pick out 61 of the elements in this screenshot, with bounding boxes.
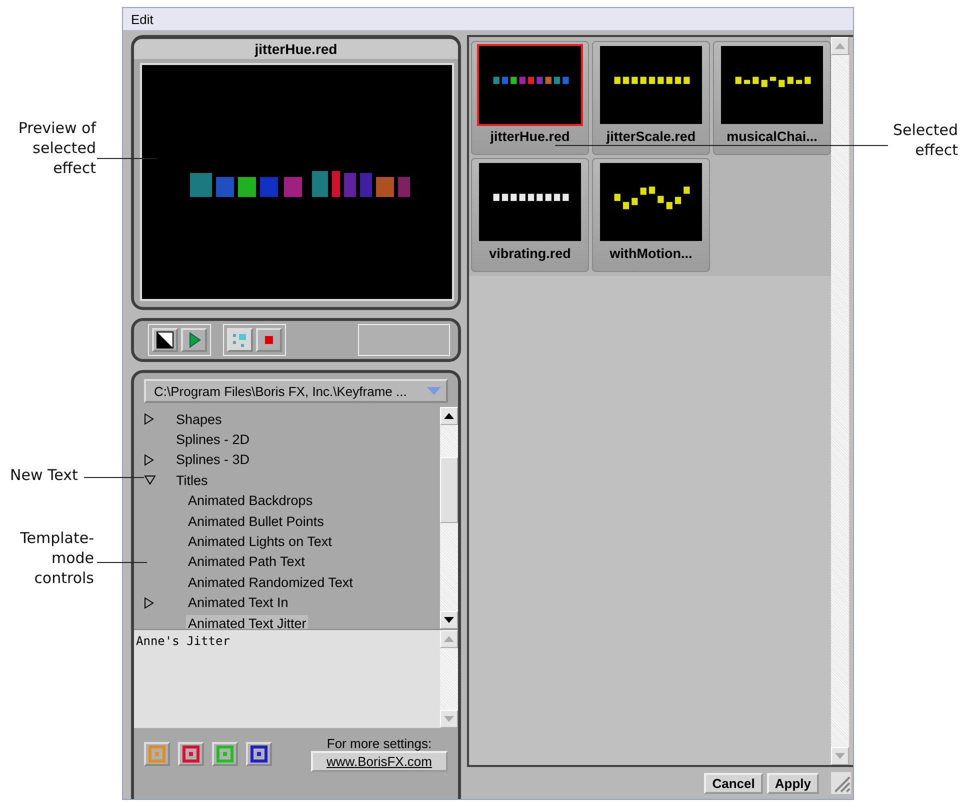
square-icon xyxy=(148,745,166,763)
callout-label: Selected effect xyxy=(892,120,958,160)
menu-item[interactable]: Edit xyxy=(131,12,154,26)
tree-item[interactable]: Animated Text Jitter xyxy=(186,614,308,629)
square-icon xyxy=(182,745,200,763)
effect-name: jitterHue.red xyxy=(490,129,570,144)
grid-icon xyxy=(231,331,249,349)
leader-line xyxy=(97,158,157,159)
dropdown-arrow-icon xyxy=(426,386,442,396)
effect-tile[interactable]: withMotion... xyxy=(592,158,710,272)
effect-name: vibrating.red xyxy=(489,246,571,261)
time-field[interactable] xyxy=(358,324,450,356)
callout-label: New Text xyxy=(10,465,79,485)
stop-button[interactable] xyxy=(256,328,282,352)
more-settings-label: For more settings: xyxy=(326,736,432,751)
tree-item[interactable]: Animated Backdrops xyxy=(186,492,315,510)
effect-name: withMotion... xyxy=(610,246,692,261)
effect-tile[interactable]: jitterHue.red xyxy=(471,41,589,155)
text-field[interactable]: Anne's Jitter xyxy=(134,630,440,728)
leader-line xyxy=(97,562,147,563)
color-square-button[interactable] xyxy=(246,742,272,766)
effect-tile[interactable]: vibrating.red xyxy=(471,158,589,272)
expand-icon[interactable] xyxy=(144,454,154,466)
callout-label: Preview of selected effect xyxy=(17,118,96,178)
color-square-button[interactable] xyxy=(178,742,204,766)
dialog-button[interactable]: Cancel xyxy=(704,772,763,794)
effect-name: jitterScale.red xyxy=(606,129,696,144)
leader-line xyxy=(84,477,144,478)
tree-item[interactable]: Splines - 2D xyxy=(174,431,252,448)
tree-item[interactable]: Titles xyxy=(174,472,210,489)
half-square-icon xyxy=(156,331,174,349)
website-link-button[interactable]: www.BorisFX.com xyxy=(310,751,448,772)
callout-label: Template-mode controls xyxy=(19,528,94,588)
effect-name: musicalChai... xyxy=(726,129,818,144)
effect-tile[interactable]: musicalChai... xyxy=(713,41,831,155)
preview-title: jitterHue.red xyxy=(134,39,458,59)
tree-item[interactable]: Animated Text In xyxy=(186,594,290,612)
tree-item[interactable]: Shapes xyxy=(174,410,224,428)
expand-icon[interactable] xyxy=(144,413,154,426)
scrollbar[interactable] xyxy=(440,407,458,629)
color-square-button[interactable] xyxy=(144,742,170,766)
stop-icon xyxy=(265,336,273,344)
tree-item[interactable]: Animated Lights on Text xyxy=(186,533,334,550)
grid-button[interactable] xyxy=(227,328,253,352)
expand-icon[interactable] xyxy=(144,596,154,609)
tree-item[interactable]: Animated Randomized Text xyxy=(186,574,355,591)
color-square-button[interactable] xyxy=(212,742,238,766)
scroll-up-icon[interactable] xyxy=(444,413,454,419)
split-square-button[interactable] xyxy=(152,328,178,352)
tree-item[interactable]: Animated Bullet Points xyxy=(186,512,326,530)
square-icon xyxy=(216,745,234,763)
effect-tile[interactable]: jitterScale.red xyxy=(592,41,710,155)
square-icon xyxy=(250,745,268,763)
path-dropdown[interactable]: C:\Program Files\Boris FX, Inc.\Keyframe ... xyxy=(144,379,448,403)
tree-item[interactable]: Splines - 3D xyxy=(174,451,252,468)
resize-grip-icon[interactable] xyxy=(831,772,851,794)
dialog-button[interactable]: Apply xyxy=(766,772,819,794)
play-button[interactable] xyxy=(181,328,207,352)
tree-item[interactable]: Animated Path Text xyxy=(186,553,307,570)
scroll-down-icon[interactable] xyxy=(444,617,454,623)
collapse-icon[interactable] xyxy=(144,475,156,486)
